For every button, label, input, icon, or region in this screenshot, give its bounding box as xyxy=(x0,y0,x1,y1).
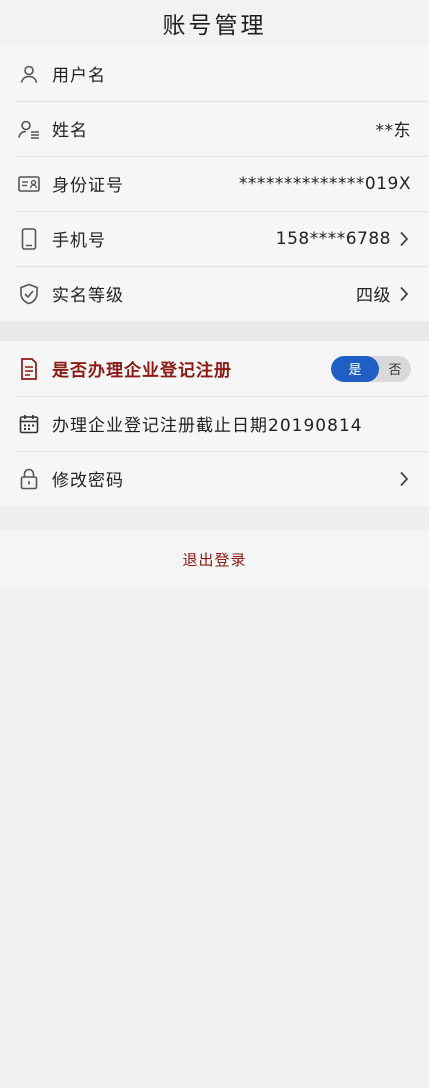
phone-icon xyxy=(18,227,40,250)
verification-level-label: 实名等级 xyxy=(52,286,124,306)
enterprise-registration-row: 是否办理企业登记注册 是 否 xyxy=(0,341,429,396)
document-icon xyxy=(18,357,40,380)
enterprise-registration-question: 是否办理企业登记注册 xyxy=(52,361,232,381)
change-password-label: 修改密码 xyxy=(52,471,124,491)
title-bar: 账号管理 xyxy=(0,0,429,46)
enterprise-section: 是否办理企业登记注册 是 否 办理企业登记注册截止日期20190814 修改密码 xyxy=(0,341,429,506)
username-row[interactable]: 用户名 xyxy=(0,46,429,101)
section-divider xyxy=(0,321,429,341)
phone-row[interactable]: 手机号 158****6788 xyxy=(0,211,429,266)
name-row[interactable]: 姓名 **东 xyxy=(0,101,429,156)
page-title: 账号管理 xyxy=(162,13,267,39)
user-list-icon xyxy=(18,118,40,140)
logout-container: 退出登录 xyxy=(0,530,429,588)
account-management-screen: 账号管理 用户名 姓名 **东 身份证号 **************019X xyxy=(0,0,429,1088)
chevron-right-icon xyxy=(397,469,411,489)
change-password-row[interactable]: 修改密码 xyxy=(0,451,429,506)
calendar-icon xyxy=(18,413,40,435)
name-value: **东 xyxy=(375,121,411,141)
id-number-label: 身份证号 xyxy=(52,176,124,196)
name-label: 姓名 xyxy=(52,121,88,141)
id-card-icon xyxy=(18,173,40,195)
phone-label: 手机号 xyxy=(52,231,106,251)
account-info-section: 用户名 姓名 **东 身份证号 **************019X 手机号 1… xyxy=(0,46,429,321)
user-icon xyxy=(18,63,40,85)
chevron-right-icon xyxy=(397,284,411,304)
id-number-row[interactable]: 身份证号 **************019X xyxy=(0,156,429,211)
registration-toggle[interactable]: 是 否 xyxy=(331,355,411,382)
phone-value: 158****6788 xyxy=(275,228,391,249)
lock-icon xyxy=(18,468,40,490)
registration-deadline-row: 办理企业登记注册截止日期20190814 xyxy=(0,396,429,451)
verification-level-value: 四级 xyxy=(356,286,391,306)
verification-level-row[interactable]: 实名等级 四级 xyxy=(0,266,429,321)
logout-button[interactable]: 退出登录 xyxy=(182,549,246,570)
registration-deadline-text: 办理企业登记注册截止日期20190814 xyxy=(52,416,363,436)
chevron-right-icon xyxy=(397,229,411,249)
username-label: 用户名 xyxy=(52,66,106,86)
empty-area xyxy=(0,588,429,1088)
toggle-yes-option[interactable]: 是 xyxy=(331,355,379,382)
toggle-no-option[interactable]: 否 xyxy=(379,356,411,382)
shield-check-icon xyxy=(18,283,40,305)
id-number-value: **************019X xyxy=(238,173,411,194)
